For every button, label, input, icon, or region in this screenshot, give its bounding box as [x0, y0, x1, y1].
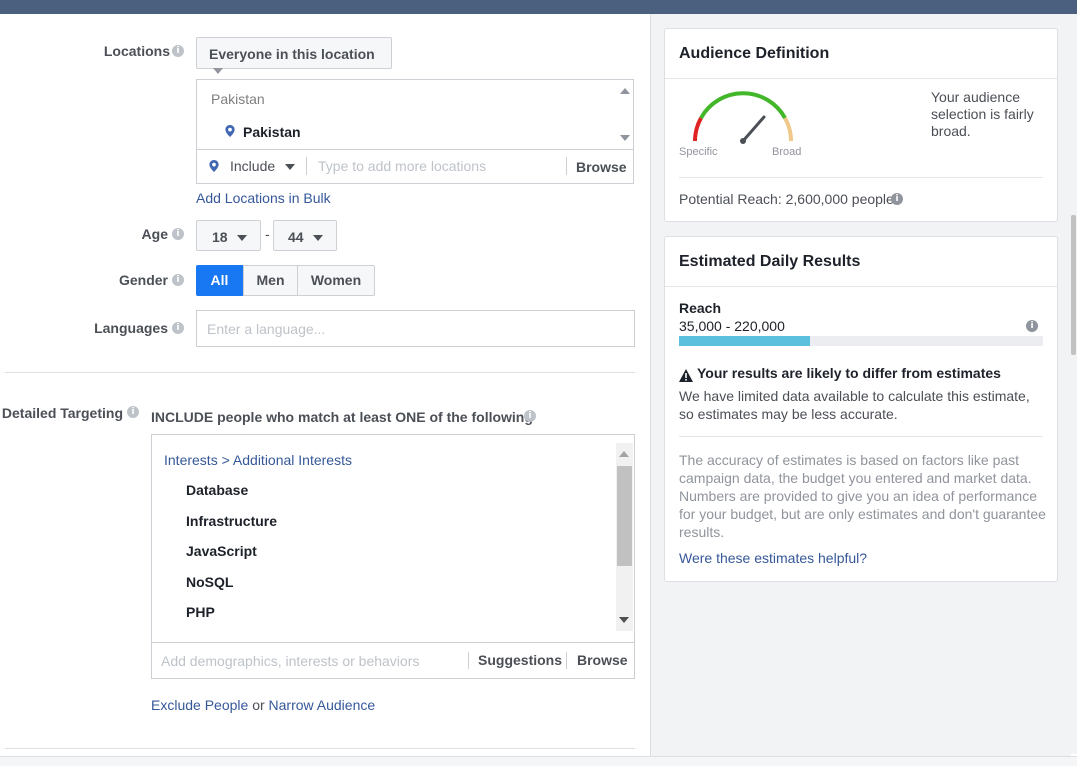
browse-targeting-button[interactable]: Browse	[577, 652, 628, 668]
gauge-specific-label: Specific	[679, 146, 718, 158]
include-info-icon[interactable]: i	[524, 410, 536, 422]
gender-women-button[interactable]: Women	[297, 265, 375, 296]
warning-body: We have limited data available to calcul…	[679, 388, 1030, 422]
languages-info-icon[interactable]: i	[172, 322, 184, 334]
audience-definition-card: Audience Definition Specific Broad Your …	[664, 28, 1058, 222]
selected-location-name: Pakistan	[243, 124, 301, 140]
age-max-value: 44	[288, 229, 304, 245]
breadcrumb-additional-interests[interactable]: Additional Interests	[233, 452, 352, 468]
detailed-targeting-box: Interests > Additional Interests Databas…	[151, 434, 635, 679]
divider	[197, 149, 633, 150]
chevron-down-icon	[313, 235, 324, 242]
divider	[679, 436, 1043, 437]
chevron-down-icon	[213, 68, 223, 75]
gender-all-button[interactable]: All	[196, 265, 243, 296]
section-divider	[5, 748, 635, 749]
divider	[152, 642, 634, 643]
scroll-down-icon[interactable]	[620, 135, 630, 141]
page-scrollbar[interactable]	[1070, 14, 1077, 754]
location-mode-text: Everyone in this location	[209, 46, 375, 62]
page-scrollbar-thumb[interactable]	[1071, 215, 1076, 355]
audience-description: Your audience selection is fairly broad.	[931, 89, 1034, 139]
languages-label: Languages	[94, 320, 168, 336]
divider	[468, 652, 469, 669]
age-max-dropdown[interactable]: 44	[273, 220, 337, 251]
locations-box: Pakistan Pakistan Include Type to add mo…	[196, 79, 634, 184]
browse-locations-button[interactable]: Browse	[576, 159, 627, 175]
age-separator: -	[265, 226, 270, 242]
reach-label: Reach	[679, 300, 722, 316]
location-mode-dropdown[interactable]: Everyone in this location	[196, 37, 392, 75]
targeting-search-input[interactable]: Add demographics, interests or behaviors	[161, 653, 419, 669]
chevron-down-icon	[237, 235, 248, 242]
gender-info-icon[interactable]: i	[172, 274, 184, 286]
warning-icon	[679, 369, 693, 382]
interest-item[interactable]: Infrastructure	[186, 513, 277, 529]
accuracy-note: The accuracy of estimates is based on fa…	[679, 452, 1046, 540]
reach-info-icon[interactable]: i	[1026, 320, 1038, 332]
detailed-targeting-label: Detailed Targeting	[1, 405, 123, 421]
language-input[interactable]: Enter a language...	[196, 310, 635, 347]
estimated-daily-title: Estimated Daily Results	[679, 253, 861, 270]
include-criteria-text: INCLUDE people who match at least ONE of…	[151, 409, 533, 425]
location-pin-icon	[209, 160, 219, 172]
divider	[665, 286, 1057, 287]
narrow-audience-link[interactable]: Narrow Audience	[269, 697, 376, 713]
chevron-down-icon	[285, 164, 295, 170]
audience-definition-title: Audience Definition	[679, 45, 830, 62]
interests-scrollbar[interactable]	[616, 443, 633, 631]
scroll-up-icon[interactable]	[620, 88, 630, 94]
gender-men-button[interactable]: Men	[243, 265, 298, 296]
locations-label: Locations	[103, 43, 170, 59]
divider	[566, 652, 567, 669]
detailed-targeting-info-icon[interactable]: i	[127, 406, 139, 418]
scroll-down-icon[interactable]	[619, 617, 629, 623]
interest-breadcrumb: Interests > Additional Interests	[164, 452, 352, 468]
interest-item[interactable]: NoSQL	[186, 574, 233, 590]
interest-item[interactable]: JavaScript	[186, 543, 257, 559]
scroll-up-icon[interactable]	[619, 451, 629, 457]
age-label: Age	[141, 226, 168, 242]
warning-title: Your results are likely to differ from e…	[697, 365, 1001, 381]
interest-item[interactable]: PHP	[186, 604, 215, 620]
include-label: Include	[230, 158, 276, 174]
divider	[679, 177, 1043, 178]
gender-label: Gender	[118, 272, 168, 288]
reach-bar-track	[679, 336, 1043, 346]
divider	[306, 157, 307, 175]
age-info-icon[interactable]: i	[172, 228, 184, 240]
interest-item[interactable]: Database	[186, 482, 248, 498]
suggestions-button[interactable]: Suggestions	[478, 652, 562, 668]
age-min-dropdown[interactable]: 18	[196, 220, 261, 251]
location-search-input[interactable]: Type to add more locations	[318, 158, 486, 174]
or-text: or	[252, 697, 265, 713]
gauge-broad-label: Broad	[772, 146, 802, 158]
location-pin-icon	[225, 125, 235, 137]
exclude-narrow-row: Exclude People or Narrow Audience	[151, 697, 375, 713]
divider	[665, 78, 1057, 79]
estimates-feedback-link[interactable]: Were these estimates helpful?	[679, 550, 867, 566]
age-min-value: 18	[212, 229, 228, 245]
reach-range: 35,000 - 220,000	[679, 318, 785, 334]
top-bar	[0, 0, 1077, 14]
interests-scrollbar-thumb[interactable]	[617, 466, 632, 566]
reach-bar-fill	[679, 336, 811, 346]
add-locations-bulk-link[interactable]: Add Locations in Bulk	[196, 190, 331, 206]
estimated-daily-card: Estimated Daily Results Reach 35,000 - 2…	[664, 236, 1058, 582]
potential-reach-info-icon[interactable]: i	[891, 193, 903, 205]
potential-reach: Potential Reach: 2,600,000 people	[679, 191, 894, 207]
divider	[566, 157, 567, 175]
breadcrumb-interests[interactable]: Interests	[164, 452, 218, 468]
location-group-header: Pakistan	[211, 91, 265, 107]
exclude-people-link[interactable]: Exclude People	[151, 697, 248, 713]
audience-gauge-icon	[693, 91, 793, 144]
locations-info-icon[interactable]: i	[172, 45, 184, 57]
breadcrumb-separator: >	[221, 452, 230, 468]
section-divider	[5, 372, 635, 373]
